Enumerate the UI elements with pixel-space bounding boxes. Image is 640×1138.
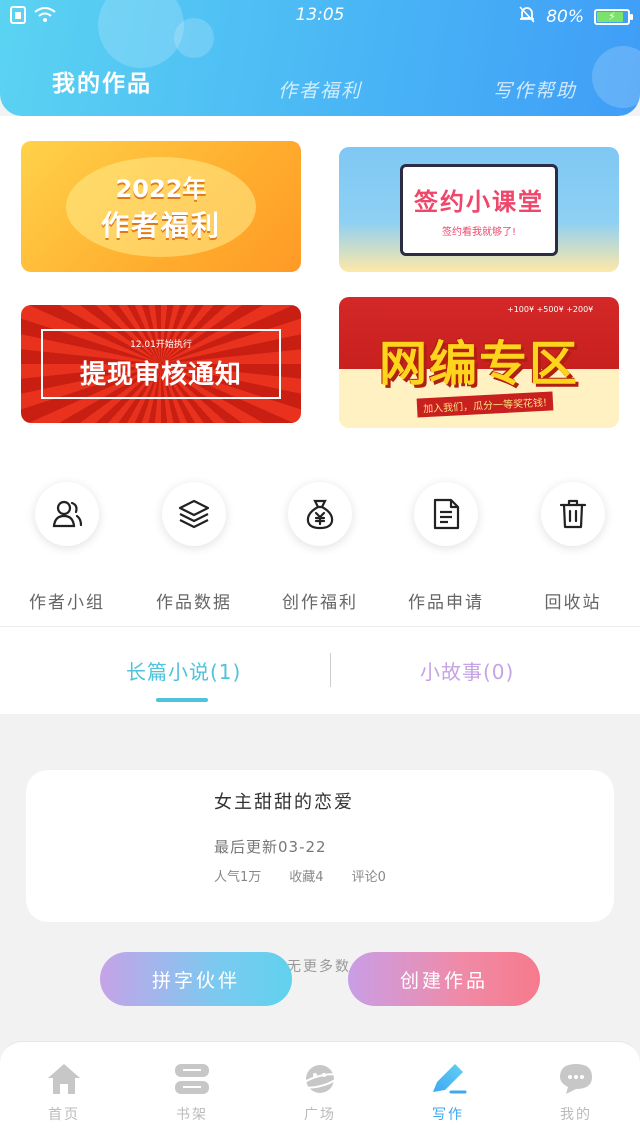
- work-card[interactable]: 女主甜甜的恋爱 最后更新03-22 人气1万 收藏4 评论0: [26, 770, 614, 922]
- layers-icon: [162, 482, 226, 546]
- active-tab-indicator: [156, 698, 208, 702]
- work-title: 女主甜甜的恋爱: [214, 792, 354, 813]
- nav-home[interactable]: 首页: [14, 1062, 114, 1124]
- money-bag-icon: [288, 482, 352, 546]
- work-type-tabs: 长篇小说(1) 小故事(0): [0, 626, 640, 714]
- status-bar: 13:05 80% ⚡: [0, 0, 640, 32]
- header: 13:05 80% ⚡ 我的作品 作者福利 写作帮助: [0, 0, 640, 116]
- action-label: 作品申请: [408, 593, 484, 613]
- work-stats: 人气1万 收藏4 评论0: [214, 866, 386, 885]
- tab-separator: [330, 653, 331, 687]
- work-favorites: 收藏4: [289, 870, 324, 885]
- tab-author-welfare[interactable]: 作者福利: [278, 76, 362, 103]
- partner-button[interactable]: 拼字伙伴: [100, 952, 292, 1006]
- chat-bubble-icon: [558, 1062, 594, 1100]
- work-updated: 最后更新03-22: [214, 838, 327, 856]
- action-recycle-bin[interactable]: 回收站: [510, 482, 636, 613]
- battery-percent: 80%: [546, 6, 584, 27]
- nav-writing[interactable]: 写作: [398, 1062, 498, 1124]
- work-popularity: 人气1万: [214, 870, 262, 885]
- action-label: 回收站: [544, 593, 602, 613]
- nav-label: 写作: [432, 1107, 464, 1123]
- banner-welfare-text: 2022年 作者福利: [66, 156, 256, 257]
- header-tabs: 我的作品 作者福利 写作帮助: [0, 64, 640, 104]
- banner-welfare-title: 作者福利: [100, 209, 221, 242]
- banner-welfare-year: 2022年: [115, 175, 207, 203]
- tab-long-novel[interactable]: 长篇小说(1): [126, 656, 241, 685]
- banner-editor-tag: 加入我们，瓜分一等奖花钱!: [416, 391, 554, 418]
- action-label: 作者小组: [29, 593, 105, 613]
- action-label: 作品数据: [156, 593, 232, 613]
- bolt-icon: ⚡: [608, 10, 616, 23]
- nav-label: 我的: [560, 1107, 592, 1123]
- action-label: 创作福利: [282, 593, 358, 613]
- planet-icon: [301, 1062, 339, 1100]
- action-work-application[interactable]: 作品申请: [383, 482, 509, 613]
- banner-editor-title: 网编专区: [378, 335, 579, 392]
- action-work-data[interactable]: 作品数据: [131, 482, 257, 613]
- action-author-group[interactable]: 作者小组: [4, 482, 130, 613]
- bell-muted-icon: [518, 5, 536, 28]
- nav-label: 书架: [176, 1107, 208, 1123]
- bookshelf-icon: [173, 1062, 211, 1100]
- banner-contract-title: 签约小课堂: [414, 187, 544, 216]
- tab-short-story[interactable]: 小故事(0): [420, 656, 514, 685]
- banner-author-welfare[interactable]: 2022年 作者福利: [21, 141, 301, 272]
- nav-plaza[interactable]: 广场: [270, 1062, 370, 1124]
- banner-editor-nums: +100¥ +500¥ +200¥: [507, 305, 594, 314]
- nav-label: 广场: [304, 1107, 336, 1123]
- work-comments: 评论0: [351, 870, 386, 885]
- banner-withdraw-note: 12.01开始执行: [130, 340, 192, 350]
- no-more-text: 无更多数: [287, 959, 351, 975]
- nav-mine[interactable]: 我的: [526, 1062, 626, 1124]
- people-icon: [35, 482, 99, 546]
- main-content: 2022年 作者福利 签约小课堂 签约看我就够了! 12.01开始执行 提现审核…: [0, 116, 640, 714]
- action-creation-welfare[interactable]: 创作福利: [257, 482, 383, 613]
- bottom-nav: 首页 书架 广场 写作 我的: [0, 1041, 640, 1138]
- banner-contract-class[interactable]: 签约小课堂 签约看我就够了!: [339, 147, 619, 272]
- tab-my-works[interactable]: 我的作品: [52, 64, 152, 98]
- banner-contract-board: 签约小课堂 签约看我就够了!: [400, 163, 558, 256]
- home-icon: [46, 1062, 82, 1100]
- nav-label: 首页: [48, 1107, 80, 1123]
- banner-contract-subtitle: 签约看我就够了!: [441, 226, 516, 238]
- quick-actions: 作者小组 作品数据 创作福利 作品申请 回收站: [0, 482, 640, 613]
- nav-bookshelf[interactable]: 书架: [142, 1062, 242, 1124]
- banner-editor-zone[interactable]: +100¥ +500¥ +200¥ 网编专区 加入我们，瓜分一等奖花钱!: [339, 297, 619, 428]
- create-work-button[interactable]: 创建作品: [348, 952, 540, 1006]
- banner-withdraw-frame: 12.01开始执行 提现审核通知: [41, 329, 281, 399]
- document-icon: [414, 482, 478, 546]
- banner-withdraw-title: 提现审核通知: [79, 360, 242, 390]
- trash-icon: [541, 482, 605, 546]
- battery-icon: ⚡: [594, 8, 633, 25]
- pen-icon: [429, 1062, 467, 1100]
- banner-withdraw-notice[interactable]: 12.01开始执行 提现审核通知: [21, 305, 301, 423]
- tab-writing-help[interactable]: 写作帮助: [493, 76, 577, 103]
